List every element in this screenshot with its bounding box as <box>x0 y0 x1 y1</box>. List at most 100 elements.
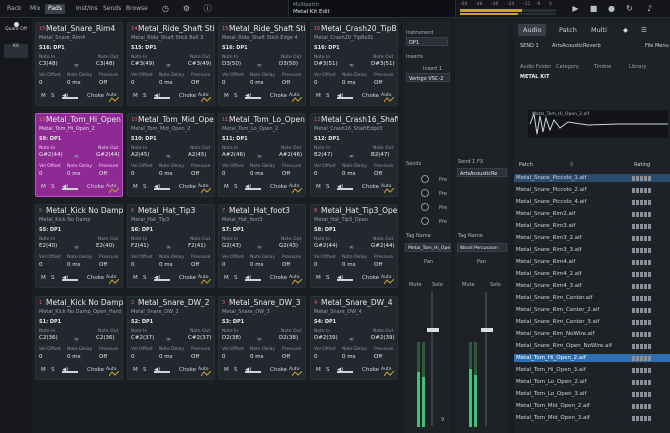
solo-button[interactable]: S <box>143 184 147 190</box>
solo-button[interactable]: S <box>234 275 238 281</box>
rating-stars[interactable] <box>632 296 662 301</box>
pad-volume-fader[interactable] <box>154 371 170 373</box>
choke-button[interactable]: Choke <box>87 184 104 190</box>
search-icon[interactable]: ⚲ <box>570 162 574 168</box>
rating-stars[interactable] <box>632 176 662 181</box>
file-list-item[interactable]: Metal_Snare_Rim2.aif <box>514 210 670 220</box>
instrument-value[interactable]: DP1 <box>406 37 448 46</box>
pressure-value[interactable]: Off <box>191 262 199 268</box>
note-out-value[interactable]: D#3(51) <box>371 61 395 67</box>
note-in-value[interactable]: C#2(37) <box>131 335 154 341</box>
pad-volume-fader[interactable] <box>154 97 170 99</box>
choke-button[interactable]: Choke <box>362 93 379 99</box>
note-out-value[interactable]: D#2(39) <box>371 335 395 341</box>
multipatch-display[interactable]: Multipatch Metal Kit Edit <box>288 0 456 17</box>
note-delay-value[interactable]: 0 ms <box>342 354 355 360</box>
vel-offset-value[interactable]: 0 <box>222 80 226 86</box>
note-delay-value[interactable]: 0 ms <box>250 354 263 360</box>
rating-stars[interactable] <box>632 284 662 289</box>
note-in-value[interactable]: A2(45) <box>131 152 150 158</box>
file-list-item[interactable]: Metal_Snare_Rim_NoWire.aif <box>514 330 670 340</box>
info-icon[interactable]: ⓘ <box>202 3 213 14</box>
pad[interactable]: 11 Metal_Tom_Lo_Open Metal_Tom_Lo_Open_2 S1… <box>218 113 306 197</box>
note-in-value[interactable]: A#2(46) <box>222 152 245 158</box>
file-list-item[interactable]: Metal_Tom_Lo_Open_2.aif <box>514 378 670 388</box>
note-delay-value[interactable]: 0 ms <box>67 262 80 268</box>
rating-stars[interactable] <box>632 224 662 229</box>
rating-stars[interactable] <box>632 320 662 325</box>
file-list-item[interactable]: Metal_Snare_Rim4.aif <box>514 258 670 268</box>
mute-button[interactable]: M <box>224 275 229 281</box>
pressure-value[interactable]: Off <box>282 262 290 268</box>
solo-button[interactable]: S <box>143 367 147 373</box>
rating-stars[interactable] <box>632 356 662 361</box>
pressure-value[interactable]: Off <box>374 171 382 177</box>
pad-name[interactable]: Metal_Snare_Rim4 <box>46 24 123 33</box>
file-list-item[interactable]: Metal_Snare_Rim_Center.aif <box>514 294 670 304</box>
send-value[interactable]: ArtsAcousticReverb <box>552 43 601 49</box>
note-delay-value[interactable]: 0 ms <box>67 80 80 86</box>
note-out-value[interactable]: D2(38) <box>279 335 298 341</box>
link-icon[interactable]: ∞ <box>166 62 171 69</box>
mute-button[interactable]: M <box>133 275 138 281</box>
choke-button[interactable]: Choke <box>87 275 104 281</box>
note-in-value[interactable]: C3(48) <box>39 61 58 67</box>
rating-stars[interactable] <box>632 188 662 193</box>
link-icon[interactable]: ∞ <box>166 336 171 343</box>
vel-offset-value[interactable]: 0 <box>314 80 318 86</box>
solo-button[interactable]: S <box>326 275 330 281</box>
pad-name[interactable]: Metal_Ride_Shaft Sti <box>138 24 215 33</box>
pressure-value[interactable]: Off <box>282 354 290 360</box>
pressure-value[interactable]: Off <box>374 80 382 86</box>
solo-button[interactable]: S <box>51 93 55 99</box>
send-knob[interactable] <box>421 203 429 211</box>
stop-icon[interactable]: ■ <box>588 3 599 14</box>
pad-name[interactable]: Metal_Kick No Damp <box>46 298 123 307</box>
note-delay-value[interactable]: 0 ms <box>159 354 172 360</box>
choke-button[interactable]: Choke <box>270 367 287 373</box>
file-list-item[interactable]: Metal_Tom_Hi_Open_2.aif <box>514 354 670 364</box>
solo-label-2[interactable]: Solo <box>490 282 501 288</box>
pad[interactable]: 15 Metal_Snare_Rim4 Metal_Snare_Rim4 S16: D… <box>35 22 123 106</box>
pad[interactable]: 8 Metal_Hat_Tip3_Ope Metal_Hat_Tip3_Open S8… <box>310 204 398 288</box>
note-in-value[interactable]: D#3(51) <box>314 61 338 67</box>
pad[interactable]: 1 Metal_Kick No Damp Metal_Kick No Damp_Op… <box>35 296 123 380</box>
pressure-value[interactable]: Off <box>191 171 199 177</box>
note-in-value[interactable]: D2(38) <box>222 335 241 341</box>
note-in-value[interactable]: G2(43) <box>222 243 241 249</box>
note-out-value[interactable]: A2(45) <box>188 152 207 158</box>
pad-name[interactable]: Metal_Tom_Lo_Open <box>229 115 306 124</box>
solo-button[interactable]: S <box>326 184 330 190</box>
solo-button[interactable]: S <box>234 93 238 99</box>
link-icon[interactable]: ∞ <box>257 244 262 251</box>
pad-volume-fader[interactable] <box>245 188 261 190</box>
note-in-value[interactable]: C2(36) <box>39 335 58 341</box>
vel-offset-value[interactable]: 0 <box>131 262 135 268</box>
pad-volume-fader[interactable] <box>245 371 261 373</box>
choke-button[interactable]: Choke <box>270 93 287 99</box>
note-in-value[interactable]: C#3(49) <box>131 61 154 67</box>
solo-button[interactable]: S <box>234 184 238 190</box>
rating-stars[interactable] <box>632 200 662 205</box>
note-delay-value[interactable]: 0 ms <box>159 80 172 86</box>
note-delay-value[interactable]: 0 ms <box>342 80 355 86</box>
mute-label[interactable]: Mute <box>409 282 422 288</box>
tag-name-value-2[interactable]: Wood Percussion <box>457 243 507 252</box>
mute-button[interactable]: M <box>316 93 321 99</box>
choke-button[interactable]: Choke <box>362 184 379 190</box>
rating-stars[interactable] <box>632 332 662 337</box>
link-icon[interactable]: ∞ <box>349 244 354 251</box>
pad[interactable]: 4 Metal_Snare_DW_4 Metal_Snare_DW_4 S4: DP1… <box>310 296 398 380</box>
pressure-value[interactable]: Off <box>374 354 382 360</box>
note-out-value[interactable]: G#2(44) <box>371 243 395 249</box>
note-out-value[interactable]: C2(36) <box>96 335 115 341</box>
pad[interactable]: 7 Metal_Hat_foot3 Metal_Hat_foot3 S7: DP1 No… <box>218 204 306 288</box>
vel-offset-value[interactable]: 0 <box>39 80 43 86</box>
tab-pads[interactable]: Pads <box>45 4 65 14</box>
solo-button[interactable]: S <box>51 275 55 281</box>
choke-button[interactable]: Choke <box>87 367 104 373</box>
pad-name[interactable]: Metal_Crash16_Shaft <box>321 115 398 124</box>
pressure-value[interactable]: Off <box>191 354 199 360</box>
note-delay-value[interactable]: 0 ms <box>67 354 80 360</box>
mute-button[interactable]: M <box>316 367 321 373</box>
